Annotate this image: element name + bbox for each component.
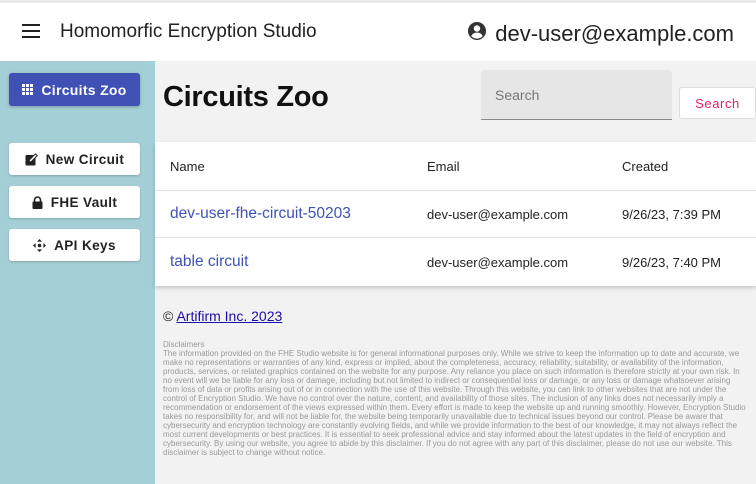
- table-row[interactable]: table circuit dev-user@example.com 9/26/…: [155, 238, 756, 286]
- sidebar-item-label: New Circuit: [45, 151, 125, 167]
- copyright-link[interactable]: Artifirm Inc. 2023: [176, 308, 282, 324]
- move-arrows-icon: [33, 238, 47, 252]
- cell-created: 9/26/23, 7:40 PM: [622, 254, 722, 270]
- circuit-name-link[interactable]: dev-user-fhe-circuit-50203: [170, 205, 351, 223]
- menu-icon[interactable]: [22, 24, 40, 38]
- sidebar: Circuits Zoo New Circuit FHE Vault API K…: [0, 61, 155, 484]
- search-field[interactable]: [481, 70, 672, 120]
- column-header-email[interactable]: Email: [427, 142, 460, 190]
- sidebar-item-api-keys[interactable]: API Keys: [9, 229, 140, 261]
- app-bar: Homomorfic Encryption Studio dev-user@ex…: [0, 3, 756, 61]
- edit-square-icon: [25, 152, 38, 165]
- disclaimer-title: Disclaimers: [163, 340, 205, 349]
- user-email: dev-user@example.com: [495, 21, 734, 46]
- column-header-created[interactable]: Created: [622, 142, 668, 190]
- disclaimer-text: The information provided on the FHE Stud…: [163, 349, 746, 457]
- copyright-symbol: ©: [163, 308, 174, 324]
- cell-name: table circuit: [170, 238, 248, 286]
- search-input[interactable]: [481, 70, 672, 119]
- circuit-name-link[interactable]: table circuit: [170, 253, 248, 271]
- copyright: © Artifirm Inc. 2023: [163, 308, 282, 324]
- cell-email: dev-user@example.com: [427, 254, 569, 270]
- table-header-row: Name Email Created: [155, 142, 756, 191]
- page-title: Circuits Zoo: [163, 81, 329, 113]
- sidebar-item-label: Circuits Zoo: [41, 81, 127, 98]
- cell-email: dev-user@example.com: [427, 206, 569, 222]
- search-button[interactable]: Search: [679, 87, 756, 119]
- grid-icon: [22, 84, 34, 95]
- circuits-table: Name Email Created dev-user-fhe-circuit-…: [155, 142, 756, 286]
- user-account[interactable]: dev-user@example.com: [467, 21, 734, 47]
- sidebar-item-label: FHE Vault: [50, 194, 118, 210]
- sidebar-item-label: API Keys: [54, 237, 116, 253]
- column-header-name[interactable]: Name: [170, 142, 205, 190]
- app-title: Homomorfic Encryption Studio: [60, 21, 317, 42]
- lock-icon: [32, 195, 43, 209]
- sidebar-item-new-circuit[interactable]: New Circuit: [9, 143, 140, 175]
- account-circle-icon: [468, 22, 487, 40]
- main-content: Circuits Zoo Search Name Email Created d…: [155, 61, 756, 484]
- cell-created: 9/26/23, 7:39 PM: [622, 206, 722, 222]
- table-row[interactable]: dev-user-fhe-circuit-50203 dev-user@exam…: [155, 191, 756, 238]
- sidebar-item-circuits-zoo[interactable]: Circuits Zoo: [9, 73, 140, 106]
- cell-name: dev-user-fhe-circuit-50203: [170, 191, 351, 237]
- sidebar-item-fhe-vault[interactable]: FHE Vault: [9, 186, 140, 218]
